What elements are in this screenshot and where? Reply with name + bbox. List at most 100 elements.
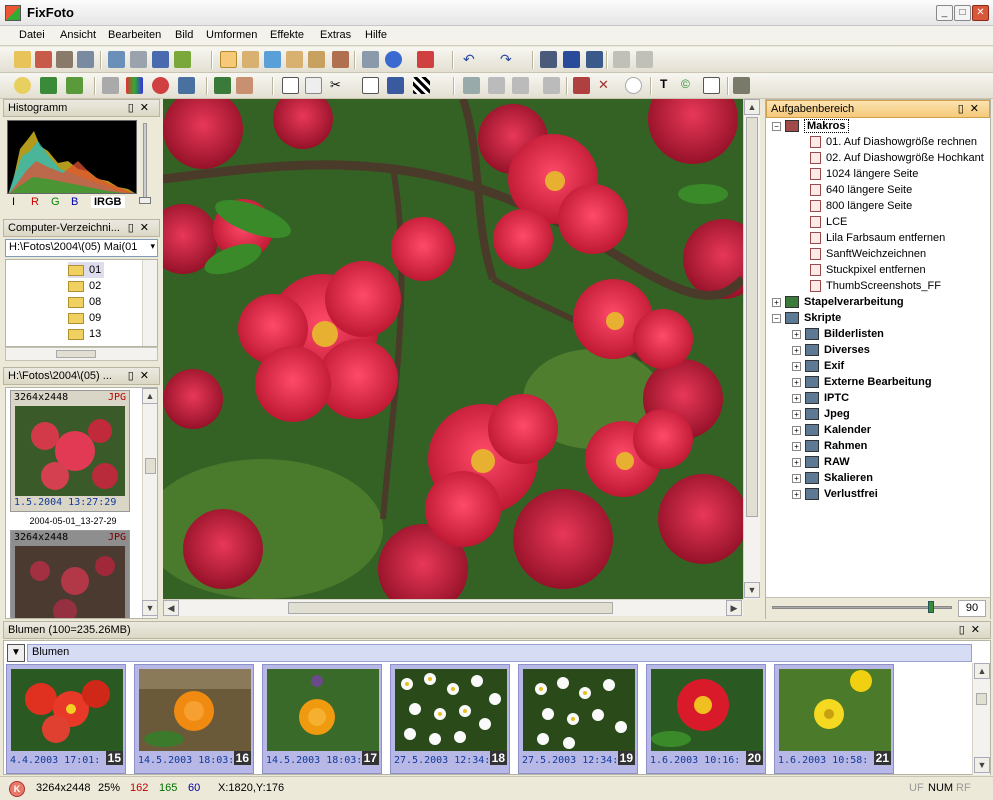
macro-item[interactable]: SanftWeichzeichnen [810,246,926,262]
folder-item[interactable]: 13 [68,326,101,342]
scroll-right-button[interactable]: ▶ [726,600,742,616]
expand-icon[interactable]: + [792,409,801,419]
album-field[interactable]: Blumen [27,644,972,662]
scan-icon[interactable] [108,51,125,68]
tree-hscrollbar[interactable] [5,347,158,361]
macro-item[interactable]: 01. Auf Diashowgröße rechnen [810,134,977,150]
stop-icon[interactable]: K [9,781,25,797]
palette-icon[interactable] [178,77,195,94]
script-folder[interactable]: + Jpeg [792,406,850,422]
scroll-up-button[interactable]: ▲ [974,663,990,679]
folder-item[interactable]: 08 [68,294,101,310]
cross-icon[interactable]: ✕ [598,77,615,94]
view-grid-icon[interactable] [308,51,325,68]
save-disk-icon[interactable] [563,51,580,68]
scroll-thumb[interactable] [288,602,613,614]
trash-icon[interactable] [636,51,653,68]
bug-icon[interactable] [174,51,191,68]
size-value[interactable]: 90 [958,600,986,617]
scroll-left-button[interactable]: ◀ [163,600,179,616]
view-mode-icon[interactable] [220,51,237,68]
menu-bild[interactable]: Bild [175,29,193,41]
menu-umformen[interactable]: Umformen [206,29,257,41]
chevron-down-icon[interactable]: ▾ [150,241,155,252]
scroll-down-button[interactable]: ▼ [142,600,157,616]
redo-icon[interactable]: ↷ [500,51,517,68]
hscroll-thumb[interactable] [56,350,96,358]
rgb-icon[interactable] [126,77,143,94]
folder-item[interactable]: 02 [68,278,101,294]
script-folder[interactable]: + Exif [792,358,844,374]
film-thumb[interactable]: 27.5.2003 12:34: 19 [518,664,638,774]
compare-icon[interactable] [540,51,557,68]
collapse-icon[interactable]: − [772,121,781,131]
expand-icon[interactable]: + [792,441,801,451]
print-icon[interactable] [130,51,147,68]
copy-icon[interactable] [512,77,529,94]
menu-datei[interactable]: Datei [19,29,45,41]
menu-extras[interactable]: Extras [320,29,351,41]
script-folder[interactable]: + Verlustfrei [792,486,878,502]
scroll-thumb[interactable] [145,458,156,474]
panel-pin-close[interactable]: ▯✕ [959,623,986,636]
script-folder[interactable]: + Externe Bearbeitung [792,374,932,390]
monitor-icon[interactable] [152,51,169,68]
rotate-icon[interactable] [387,77,404,94]
select-icon[interactable] [463,77,480,94]
pattern-icon[interactable] [413,77,430,94]
panel-pin-close[interactable]: ▯✕ [128,369,155,382]
hue-icon[interactable] [152,77,169,94]
tab-i[interactable]: I [12,196,15,208]
curves-icon[interactable] [102,77,119,94]
expand-icon[interactable]: + [792,377,801,387]
close-file-icon[interactable] [35,51,52,68]
script-folder[interactable]: + IPTC [792,390,849,406]
frame-icon[interactable] [543,77,560,94]
scroll-thumb[interactable] [976,693,987,705]
tree-node-stapel[interactable]: + Stapelverarbeitung [772,294,904,310]
film-thumb[interactable]: 4.4.2003 17:01: 15 [6,664,126,774]
image-hscrollbar[interactable]: ◀ ▶ [163,599,743,616]
redeye-icon[interactable] [573,77,590,94]
crop-icon[interactable] [362,51,379,68]
rect-icon[interactable] [305,77,322,94]
expand-icon[interactable]: + [792,457,801,467]
path-dropdown[interactable]: H:\Fotos\2004\(05) Mai(01 ▾ [5,239,158,257]
main-image[interactable] [163,99,743,599]
label-icon[interactable] [703,77,720,94]
image-vscrollbar[interactable]: ▲ ▼ [743,99,760,599]
text-icon[interactable]: T [660,77,677,94]
menu-hilfe[interactable]: Hilfe [365,29,387,41]
color-icon[interactable] [40,77,57,94]
panel-pin-close[interactable]: ▯✕ [128,221,155,234]
expand-icon[interactable]: + [792,489,801,499]
tree-node-skripte[interactable]: − Skripte [772,310,841,326]
macro-item[interactable]: 640 längere Seite [810,182,912,198]
filmstrip-scrollbar[interactable]: ▲ ▼ [972,663,990,775]
scroll-down-button[interactable]: ▼ [974,757,990,773]
browser-scrollbar[interactable]: ▲ ▼ [142,388,157,618]
menu-bearbeiten[interactable]: Bearbeiten [108,29,161,41]
size-slider-thumb[interactable] [928,601,934,613]
levels-icon[interactable] [66,77,83,94]
film-thumb[interactable]: 1.6.2003 10:16: 20 [646,664,766,774]
thumbnail-card[interactable]: 3264x2448 JPG 1.5.2004 13:27:29 [10,390,130,512]
resize-icon[interactable] [362,77,379,94]
scissors-icon[interactable]: ✂ [330,77,347,94]
album-menu-button[interactable]: ▼ [7,644,25,662]
plugin-icon[interactable] [733,77,750,94]
save-as-icon[interactable] [77,51,94,68]
scroll-thumb[interactable] [746,117,758,517]
script-folder[interactable]: + Diverses [792,342,870,358]
thumbnail-card[interactable]: 3264x2448 JPG [10,530,130,618]
view-list-icon[interactable] [242,51,259,68]
tree-node-makros[interactable]: − Makros [772,118,849,134]
expand-icon[interactable]: + [792,425,801,435]
script-folder[interactable]: + Kalender [792,422,871,438]
macro-item[interactable]: 1024 längere Seite [810,166,918,182]
brush-icon[interactable] [332,51,349,68]
clone-icon[interactable] [488,77,505,94]
maximize-button[interactable]: □ [954,5,971,21]
script-folder[interactable]: + Rahmen [792,438,867,454]
scroll-down-button[interactable]: ▼ [744,582,760,598]
